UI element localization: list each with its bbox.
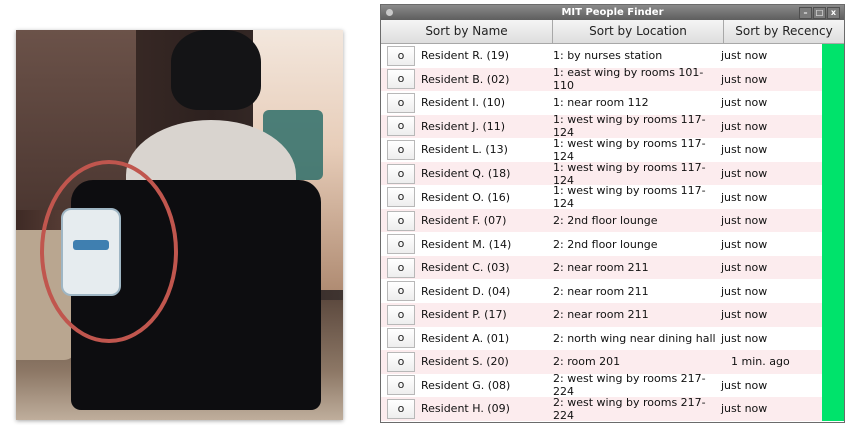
resident-location: 1: west wing by rooms 117-124: [553, 136, 706, 163]
resident-name: Resident F. (07): [421, 214, 507, 228]
resident-location: 1: west wing by rooms 117-124: [553, 160, 706, 187]
locate-button[interactable]: o: [387, 398, 415, 419]
resident-name: Resident M. (14): [421, 237, 512, 251]
table-row: o Resident S. (20) 2: room 201 1 min. ago: [381, 350, 844, 374]
resident-recency: just now: [721, 284, 768, 298]
people-finder-window: MIT People Finder – □ x Sort by Name Sor…: [380, 4, 845, 423]
resident-name: Resident G. (08): [421, 378, 511, 392]
resident-name: Resident O. (16): [421, 190, 511, 204]
resident-name: Resident P. (17): [421, 308, 507, 322]
resident-location: 2: near room 211: [553, 284, 649, 298]
table-row: o Resident Q. (18) 1: west wing by rooms 1…: [381, 160, 844, 187]
table-row: o Resident F. (07) 2: 2nd floor lounge just…: [381, 208, 844, 233]
locate-button[interactable]: o: [387, 257, 415, 278]
status-indicator-bar: [822, 44, 844, 421]
resident-recency: just now: [721, 214, 768, 228]
locate-button[interactable]: o: [387, 234, 415, 255]
resident-recency: 1 min. ago: [731, 355, 790, 369]
close-icon[interactable]: x: [827, 7, 840, 19]
resident-name: Resident B. (02): [421, 72, 510, 86]
resident-name: Resident Q. (18): [421, 167, 511, 180]
resident-name: Resident L. (13): [421, 143, 508, 157]
table-row: o Resident L. (13) 1: west wing by rooms 1…: [381, 136, 844, 163]
resident-recency: just now: [721, 378, 768, 392]
window-title: MIT People Finder: [561, 7, 664, 18]
resident-name: Resident S. (20): [421, 355, 509, 369]
resident-location: 1: near room 112: [553, 96, 649, 110]
locate-button[interactable]: o: [387, 304, 415, 325]
resident-location: 2: near room 211: [553, 261, 649, 275]
resident-name: Resident J. (11): [421, 119, 506, 133]
maximize-icon[interactable]: □: [813, 7, 826, 19]
locate-button[interactable]: o: [387, 351, 415, 372]
wheelchair-photo: [16, 30, 343, 420]
resident-location: 2: near room 211: [553, 308, 649, 322]
sort-header: Sort by Name Sort by Location Sort by Re…: [381, 20, 844, 44]
resident-recency: just now: [721, 308, 768, 322]
highlight-ellipse: [40, 160, 178, 343]
resident-location: 2: west wing by rooms 217-224: [553, 372, 706, 399]
resident-recency: just now: [721, 72, 768, 86]
resident-recency: just now: [721, 261, 768, 275]
resident-name: Resident H. (09): [421, 402, 510, 416]
locate-button[interactable]: o: [387, 139, 415, 160]
resident-name: Resident C. (03): [421, 261, 510, 275]
table-row: o Resident P. (17) 2: near room 211 just no…: [381, 303, 844, 327]
locate-button[interactable]: o: [387, 328, 415, 349]
locate-button[interactable]: o: [387, 375, 415, 396]
locate-button[interactable]: o: [387, 281, 415, 302]
resident-recency: just now: [721, 190, 768, 204]
resident-recency: just now: [721, 119, 768, 133]
resident-recency: just now: [721, 49, 768, 63]
sort-by-recency-button[interactable]: Sort by Recency: [724, 20, 844, 43]
table-row: o Resident D. (04) 2: near room 211 just no…: [381, 279, 844, 304]
resident-location: 2: west wing by rooms 217-224: [553, 395, 706, 422]
sort-by-name-button[interactable]: Sort by Name: [381, 20, 553, 43]
minimize-icon[interactable]: –: [799, 7, 812, 19]
sort-by-location-button[interactable]: Sort by Location: [553, 20, 724, 43]
resident-location: 2: 2nd floor lounge: [553, 214, 658, 228]
photo-headrest: [171, 30, 261, 110]
title-bar: MIT People Finder – □ x: [381, 5, 844, 20]
resident-name: Resident I. (10): [421, 96, 506, 110]
table-row: o Resident I. (10) 1: near room 112 just no…: [381, 91, 844, 115]
window-controls: – □ x: [799, 7, 840, 19]
resident-recency: just now: [721, 402, 768, 416]
locate-button[interactable]: o: [387, 163, 415, 184]
locate-button[interactable]: o: [387, 69, 415, 90]
resident-location: 2: room 201: [553, 355, 621, 369]
table-row: o Resident O. (16) 1: west wing by rooms 1…: [381, 184, 844, 211]
window-menu-icon[interactable]: [386, 9, 393, 16]
locate-button[interactable]: o: [387, 92, 415, 113]
resident-location: 1: by nurses station: [553, 49, 663, 63]
resident-name: Resident A. (01): [421, 331, 510, 345]
resident-recency: just now: [721, 331, 768, 345]
table-row: o Resident H. (09) 2: west wing by rooms 2…: [381, 395, 844, 422]
table-row: o Resident R. (19) 1: by nurses station jus…: [381, 44, 844, 68]
table-row: o Resident B. (02) 1: east wing by rooms 1…: [381, 66, 844, 93]
resident-list: o Resident R. (19) 1: by nurses station jus…: [381, 44, 844, 422]
locate-button[interactable]: o: [387, 187, 415, 208]
resident-location: 2: 2nd floor lounge: [553, 237, 658, 251]
resident-recency: just now: [721, 143, 768, 157]
table-row: o Resident C. (03) 2: near room 211 just no…: [381, 255, 844, 280]
table-row: o Resident J. (11) 1: west wing by rooms 1…: [381, 113, 844, 140]
resident-recency: just now: [721, 96, 768, 110]
resident-recency: just now: [721, 237, 768, 251]
table-row: o Resident M. (14) 2: 2nd floor lounge just…: [381, 232, 844, 256]
resident-name: Resident R. (19): [421, 49, 510, 63]
locate-button[interactable]: o: [387, 45, 415, 66]
resident-location: 1: east wing by rooms 101-110: [553, 66, 704, 93]
table-row: o Resident G. (08) 2: west wing by rooms 2…: [381, 372, 844, 399]
resident-location: 1: west wing by rooms 117-124: [553, 184, 706, 211]
resident-location: 1: west wing by rooms 117-124: [553, 113, 706, 140]
locate-button[interactable]: o: [387, 116, 415, 137]
resident-location: 2: north wing near dining hall: [553, 331, 716, 345]
resident-recency: just now: [721, 167, 768, 180]
table-row: o Resident A. (01) 2: north wing near dini…: [381, 326, 844, 351]
locate-button[interactable]: o: [387, 210, 415, 231]
resident-name: Resident D. (04): [421, 284, 511, 298]
